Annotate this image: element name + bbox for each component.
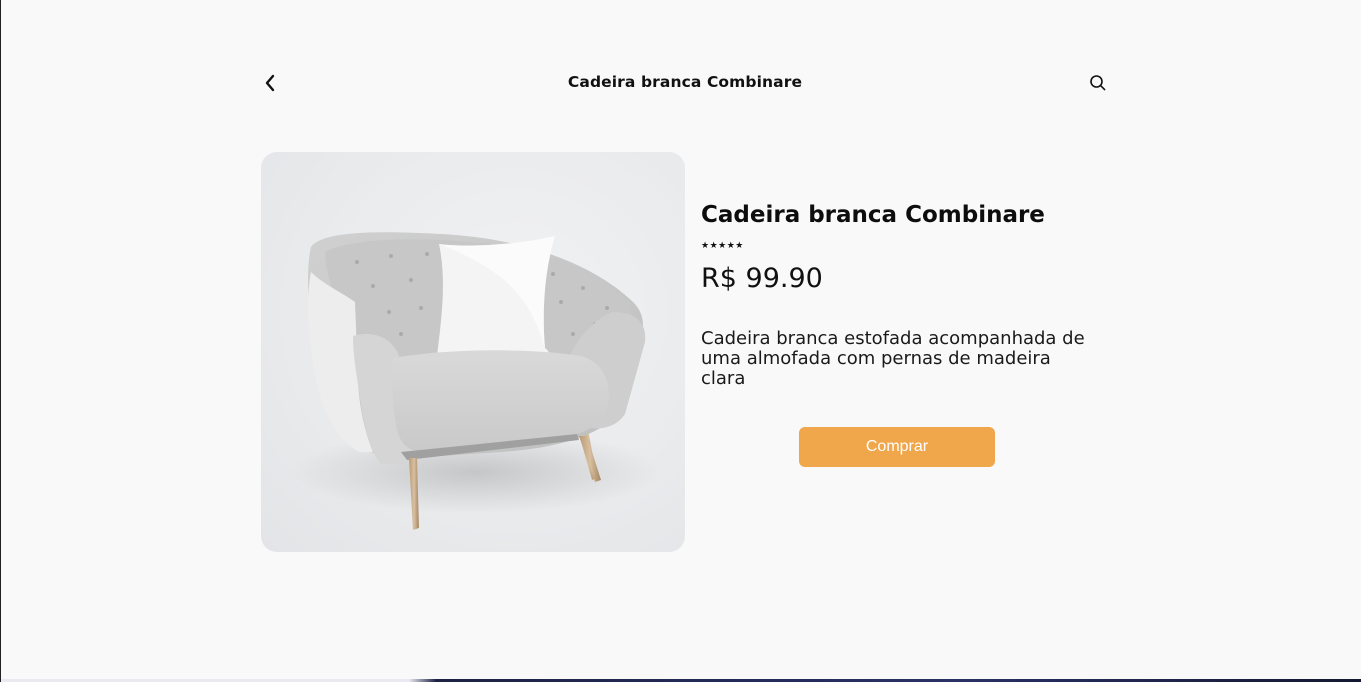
back-button[interactable] xyxy=(259,72,281,94)
chevron-left-icon xyxy=(265,74,275,92)
page-title: Cadeira branca Combinare xyxy=(567,73,803,91)
product-image xyxy=(261,152,685,552)
product-info: Cadeira branca Combinare ★★★★★ R$ 99.90 … xyxy=(701,200,1101,389)
product-description: Cadeira branca estofada acompanhada de u… xyxy=(701,328,1085,389)
product-price: R$ 99.90 xyxy=(701,263,823,294)
search-button[interactable] xyxy=(1087,72,1109,94)
buy-button[interactable]: Comprar xyxy=(799,427,995,467)
product-name: Cadeira branca Combinare xyxy=(701,202,1045,228)
armchair-illustration xyxy=(291,232,661,530)
rating-stars: ★★★★★ xyxy=(701,241,744,251)
search-icon xyxy=(1090,75,1106,91)
top-bar: Cadeira branca Combinare xyxy=(259,66,1111,100)
